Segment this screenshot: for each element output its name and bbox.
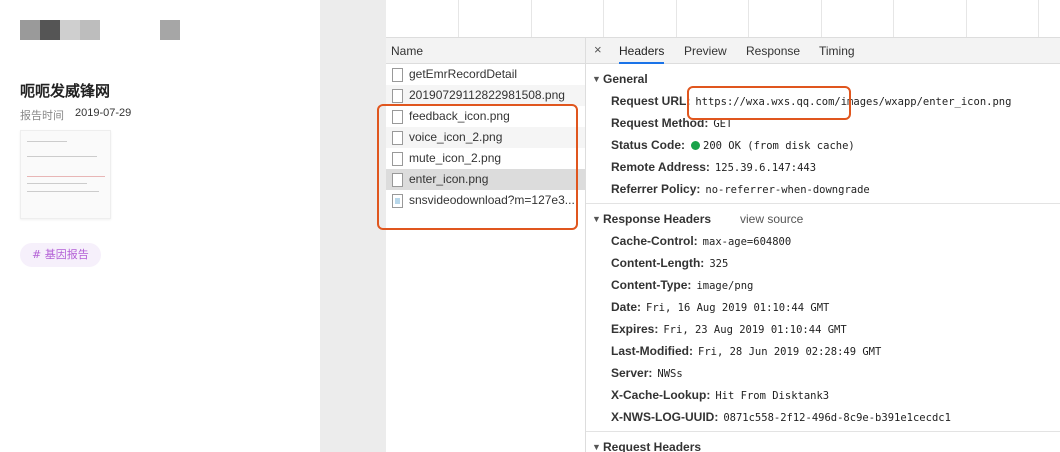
header-row: Server: NWSs <box>611 366 683 380</box>
request-name: 20190729112822981508.png <box>409 88 565 102</box>
header-row: Last-Modified: Fri, 28 Jun 2019 02:28:49 … <box>611 344 882 358</box>
tab-response[interactable]: Response <box>746 38 800 64</box>
blurred-header-block <box>60 20 80 40</box>
report-time-label: 报告时间 <box>20 109 64 122</box>
blurred-header-block <box>40 20 60 40</box>
header-row: Date: Fri, 16 Aug 2019 01:10:44 GMT <box>611 300 830 314</box>
request-row[interactable]: getEmrRecordDetail <box>386 64 585 85</box>
file-icon <box>392 89 403 103</box>
section-title: General <box>603 72 648 86</box>
request-row[interactable]: 20190729112822981508.png <box>386 85 585 106</box>
close-icon[interactable]: × <box>594 42 602 57</box>
header-row: Content-Length: 325 <box>611 256 729 270</box>
network-timeline[interactable] <box>386 0 1060 38</box>
highlight-box-request-list <box>377 104 578 230</box>
header-row: Remote Address: 125.39.6.147:443 <box>611 160 817 174</box>
header-row: X-NWS-LOG-UUID: 0871c558-2f12-496d-8c9e-b… <box>611 410 951 424</box>
tab-headers[interactable]: Headers <box>619 38 665 64</box>
status-ok-icon <box>691 141 701 150</box>
header-row: Expires: Fri, 23 Aug 2019 01:10:44 GMT <box>611 322 847 336</box>
request-headers-section-header[interactable]: ▼ Request Headers <box>586 436 1060 452</box>
file-icon <box>392 68 403 82</box>
report-date: 2019-07-29 <box>75 107 132 119</box>
report-thumbnail[interactable] <box>20 130 111 219</box>
triangle-down-icon: ▼ <box>592 74 601 84</box>
header-row: X-Cache-Lookup: Hit From Disktank3 <box>611 388 830 402</box>
response-headers-section-header[interactable]: ▼ Response Headers view source <box>586 208 1060 230</box>
section-title: Request Headers <box>603 440 702 452</box>
details-tab-bar: × Headers Preview Response Timing <box>586 38 1060 64</box>
blurred-header-block <box>20 20 40 40</box>
header-row: Referrer Policy: no-referrer-when-downgra… <box>611 182 870 196</box>
request-list: Name getEmrRecordDetail 2019072911282298… <box>386 38 586 452</box>
tab-timing[interactable]: Timing <box>819 38 855 64</box>
triangle-down-icon: ▼ <box>592 442 601 452</box>
page-title: 呃呃发威锋网 <box>20 82 111 100</box>
gene-report-tag[interactable]: # 基因报告 <box>20 243 101 267</box>
header-row: Content-Type: image/png <box>611 278 754 292</box>
name-column-header[interactable]: Name <box>386 38 585 64</box>
header-row: Cache-Control: max-age=604800 <box>611 234 792 248</box>
highlight-box-request-url <box>687 86 851 120</box>
request-name: getEmrRecordDetail <box>409 67 518 81</box>
view-source-link[interactable]: view source <box>740 208 803 230</box>
tab-preview[interactable]: Preview <box>684 38 727 64</box>
blurred-header-block <box>80 20 100 40</box>
triangle-down-icon: ▼ <box>592 214 601 224</box>
blurred-header-block <box>160 20 180 40</box>
header-row: Status Code: 200 OK (from disk cache) <box>611 138 855 152</box>
mobile-page-preview: 呃呃发威锋网 报告时间 2019-07-29 # 基因报告 <box>0 0 320 452</box>
panel-gutter <box>320 0 386 452</box>
section-title: Response Headers <box>603 212 712 226</box>
